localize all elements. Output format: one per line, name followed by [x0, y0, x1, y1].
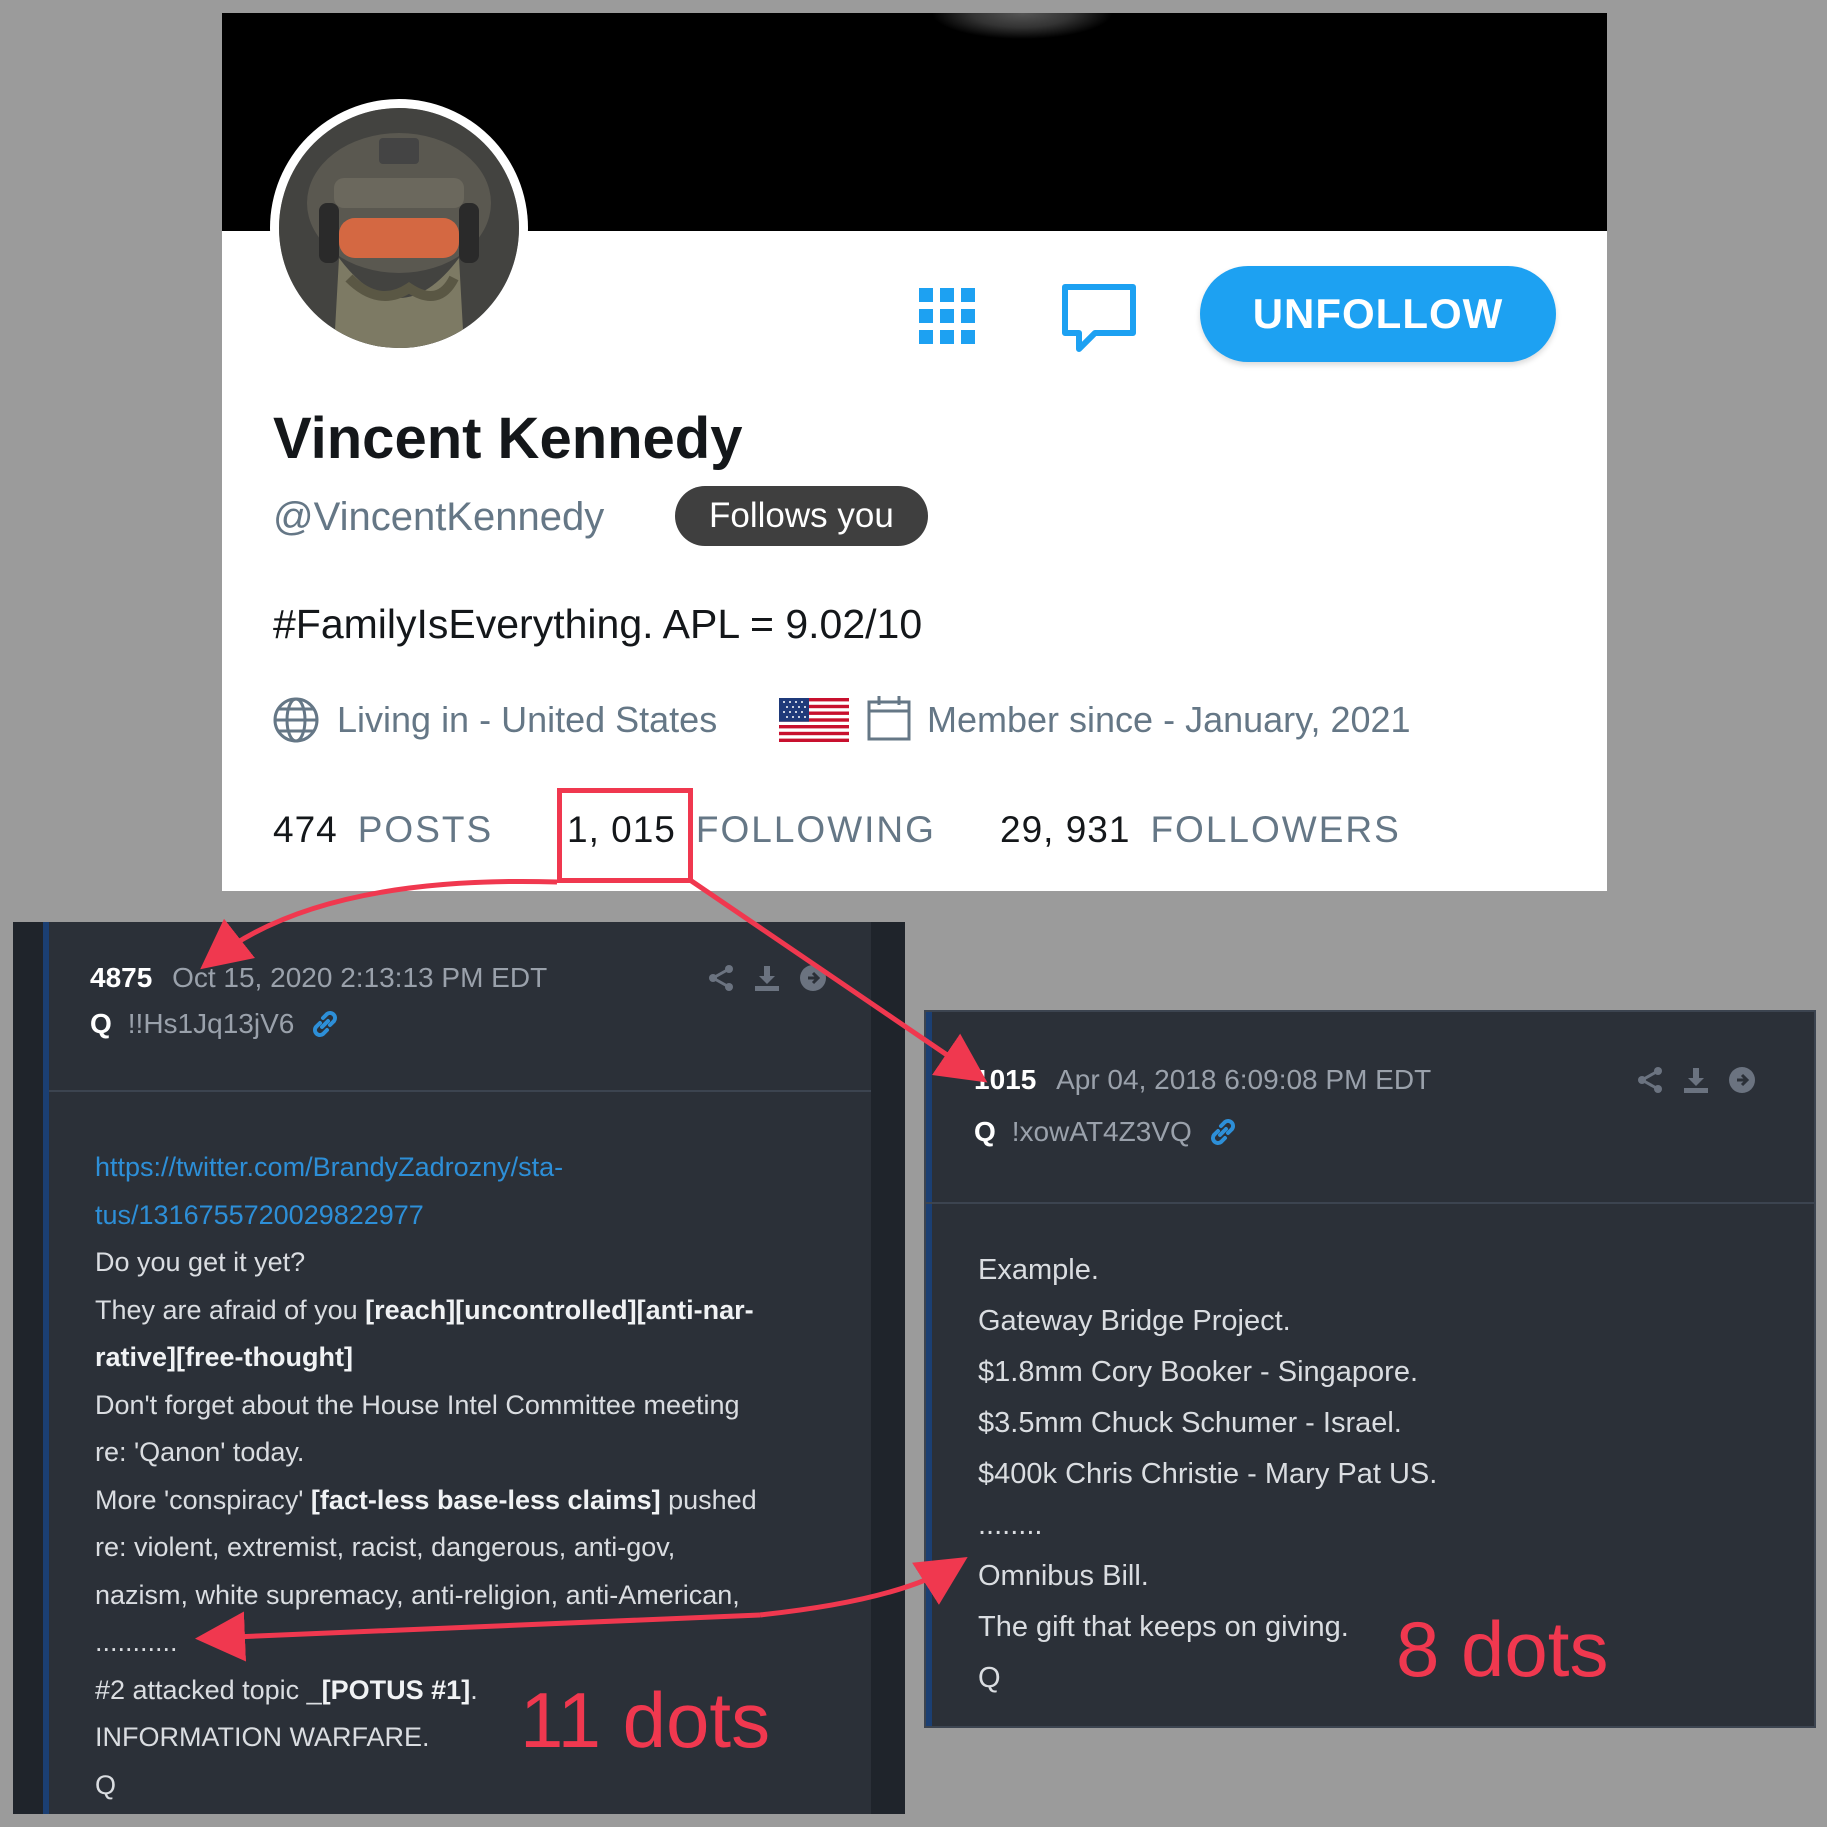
post-number[interactable]: 4875: [90, 962, 152, 993]
post-line: Example.: [978, 1254, 1099, 1286]
post-link-line-1[interactable]: https://twitter.com/BrandyZadrozny/sta-: [95, 1144, 757, 1192]
location-text: Living in - United States: [337, 699, 718, 740]
posts-stat[interactable]: 474 POSTS: [273, 809, 493, 851]
post-signature: Q: [95, 1769, 117, 1800]
post-line: The gift that keeps on giving.: [978, 1611, 1349, 1643]
calendar-icon: [866, 694, 912, 742]
q-post-4875: 4875 Oct 15, 2020 2:13:13 PM EDT Q !!Hs1…: [13, 922, 905, 1814]
post-line: $3.5mm Chuck Schumer - Israel.: [978, 1407, 1402, 1439]
share-icon[interactable]: [1636, 1066, 1664, 1094]
post-line: Gateway Bridge Project.: [978, 1305, 1291, 1337]
share-icon[interactable]: [707, 964, 735, 992]
post-date: Oct 15, 2020 2:13:13 PM EDT: [172, 962, 548, 993]
post-line: Don't forget about the House Intel Commi…: [95, 1389, 740, 1420]
message-icon[interactable]: [1054, 279, 1144, 359]
eight-dots-annotation: 8 dots: [1396, 1605, 1609, 1693]
post-body: Example. Gateway Bridge Project. $1.8mm …: [978, 1245, 1437, 1704]
download-icon[interactable]: [1682, 1066, 1710, 1094]
post-line: $1.8mm Cory Booker - Singapore.: [978, 1356, 1419, 1388]
post-dots-line: ........: [978, 1509, 1043, 1541]
soldier-avatar-image: [279, 108, 519, 348]
post-line: $400k Chris Christie - Mary Pat US.: [978, 1458, 1438, 1490]
globe-icon: [272, 696, 320, 744]
eleven-dots-annotation: 11 dots: [520, 1676, 771, 1764]
post-link-line-2[interactable]: tus/1316755720029822977: [95, 1192, 757, 1240]
profile-card: UNFOLLOW Vincent Kennedy @VincentKennedy…: [222, 13, 1607, 891]
grid-icon[interactable]: [912, 281, 982, 351]
us-flag-icon: [779, 698, 849, 742]
post-line: nazism, white supremacy, anti-religion, …: [95, 1579, 740, 1610]
avatar[interactable]: [270, 99, 528, 357]
post-dots-line: ...........: [95, 1627, 178, 1657]
post-line: re: violent, extremist, racist, dangerou…: [95, 1532, 676, 1562]
post-date: Apr 04, 2018 6:09:08 PM EDT: [1056, 1064, 1432, 1095]
arrow-right-circle-icon[interactable]: [799, 964, 827, 992]
followers-stat[interactable]: 29, 931 FOLLOWERS: [1000, 809, 1401, 851]
display-name: Vincent Kennedy: [273, 406, 743, 471]
post-signature: Q: [978, 1662, 1001, 1694]
arrow-right-circle-icon[interactable]: [1728, 1066, 1756, 1094]
followers-count: 29, 931: [1000, 809, 1131, 850]
following-label: FOLLOWING: [695, 809, 936, 850]
post-line: Do you get it yet?: [95, 1247, 306, 1277]
link-icon[interactable]: [310, 1009, 340, 1039]
posts-label: POSTS: [357, 809, 494, 850]
unfollow-button[interactable]: UNFOLLOW: [1200, 266, 1556, 362]
link-icon[interactable]: [1208, 1117, 1238, 1147]
posts-count: 474: [273, 809, 338, 850]
post-author: Q: [974, 1116, 996, 1147]
post-number[interactable]: 1015: [974, 1064, 1036, 1095]
post-author: Q: [90, 1008, 112, 1039]
download-icon[interactable]: [753, 964, 781, 992]
post-line: rative][free-thought]: [95, 1342, 353, 1372]
post-line: re: 'Qanon' today.: [95, 1437, 305, 1467]
post-line: They are afraid of you [reach][uncontrol…: [95, 1294, 754, 1325]
post-tripcode: !!Hs1Jq13jV6: [127, 1008, 295, 1039]
user-handle[interactable]: @VincentKennedy: [273, 495, 604, 540]
follows-you-badge: Follows you: [675, 486, 928, 546]
following-count-highlight-box: [557, 788, 693, 883]
post-line: Omnibus Bill.: [978, 1560, 1149, 1592]
member-since-text: Member since - January, 2021: [927, 699, 1411, 740]
q-post-1015: 1015 Apr 04, 2018 6:09:08 PM EDT Q !xowA…: [924, 1010, 1816, 1728]
post-tripcode: !xowAT4Z3VQ: [1011, 1116, 1192, 1147]
post-line: More 'conspiracy' [fact-less base-less c…: [95, 1484, 757, 1515]
profile-bio: #FamilyIsEverything. APL = 9.02/10: [273, 601, 923, 647]
followers-label: FOLLOWERS: [1150, 809, 1401, 850]
